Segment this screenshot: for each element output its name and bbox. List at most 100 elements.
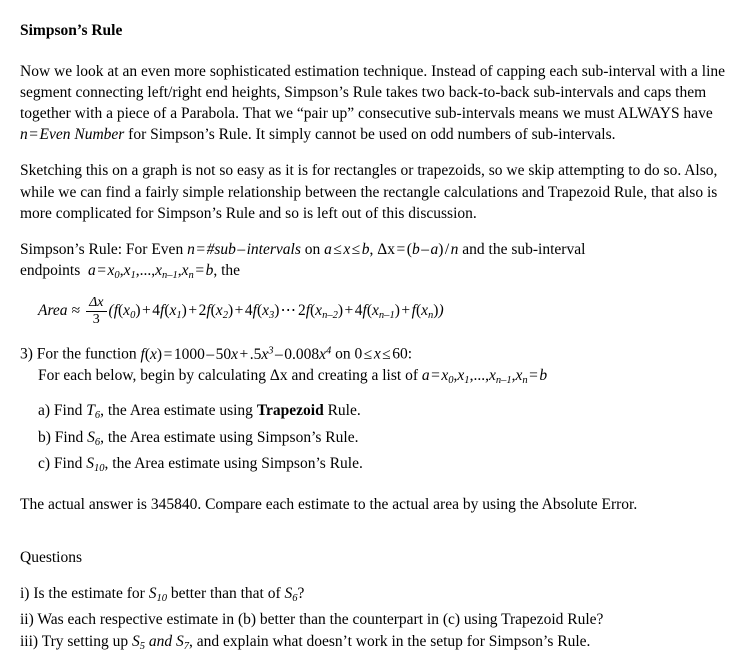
fn-p1: + (239, 345, 249, 363)
question-symbol-2: S6 (284, 585, 297, 604)
def-ep-a: a (88, 262, 96, 280)
problem-statement: 3) For the function f(x)=1000–50x+.5x3–0… (20, 340, 736, 391)
problem-function-expression: f(x)=1000–50x+.5x3–0.008x4 (141, 345, 332, 363)
problem-delta-x: Δx (269, 367, 288, 385)
page-title: Simpson’s Rule (20, 22, 123, 39)
formula-term-subscript: n–2 (322, 310, 338, 322)
def-endpoints-word: endpoints (20, 262, 81, 280)
question-item: iii) Try setting up S5 and S7, and expla… (20, 631, 736, 657)
task-find-word: Find (53, 402, 87, 420)
fn-x: x (150, 345, 157, 363)
task-item: c) Find S10, the Area estimate using Sim… (20, 453, 736, 479)
formula-term-coefficient: 4 (244, 302, 253, 320)
fn-m1: – (206, 345, 215, 363)
formula-term-paren-close: ) (135, 302, 141, 320)
problem-sub-lead: For each below, begin by calculating (38, 367, 270, 385)
problem-endpoint-list: a=x0,x1,...,xn–1,xn=b (421, 367, 548, 386)
formula-term-subscript: n–1 (378, 310, 395, 322)
problem-lead: For the function (36, 345, 141, 363)
task-label: b) (38, 428, 55, 446)
question-pre-text: Is the estimate for (29, 584, 149, 602)
formula-term: 4f(xn–1)+ (354, 302, 412, 322)
problem-number: 3) (20, 345, 33, 363)
task-mid-text: the Area estimate using (108, 455, 262, 473)
intro-math-eq: = (29, 126, 38, 144)
definition-delta-x: Δx=(b–a)/n (377, 241, 458, 258)
task-label: a) (38, 402, 54, 420)
pl-eq: = (431, 367, 440, 385)
task-tail-text: Rule. (325, 455, 363, 473)
formula-term-argument: x (215, 302, 223, 320)
question-item: ii) Was each respective estimate in (b) … (20, 609, 736, 631)
formula-operator: + (188, 302, 198, 320)
pl-a: a (421, 367, 430, 385)
simpsons-rule-formula: Area ≈ Δx 3 ( f(x0)+4f(x1)+2f(x2)+4f(x3)… (20, 291, 736, 331)
task-symbol-letter: T (86, 402, 95, 420)
task-rule-name: Simpson’s (261, 455, 326, 473)
question-symbol-1-letter: S (131, 632, 140, 650)
task-symbol: T6 (86, 402, 100, 421)
fn-e3: 4 (326, 345, 332, 357)
definition-lead: Simpson’s Rule: For Even (20, 241, 188, 259)
def-slash: / (444, 241, 450, 259)
def-b: b (361, 241, 370, 259)
task-item: b) Find S6, the Area estimate using Simp… (20, 427, 736, 453)
def-intervals: intervals (246, 241, 301, 259)
formula-fraction-numerator: Δx (89, 294, 104, 310)
def-ep-eq: = (97, 262, 107, 280)
formula-term: 4f(x1)+ (152, 302, 198, 321)
pl-xn1: x (488, 367, 496, 385)
paragraph-sketching: Sketching this on a graph is not so easy… (20, 162, 718, 222)
def-hash-sub: #sub (206, 241, 236, 259)
def-ep-eq2: = (195, 262, 205, 280)
problem-on-word: on (335, 345, 351, 363)
formula-operator: + (344, 302, 354, 320)
problem-domain: 0≤x≤60: (355, 346, 412, 363)
problem-sub-mid: and creating a list of (287, 367, 422, 385)
task-item: a) Find T6, the Area estimate using Trap… (20, 400, 736, 426)
task-label: c) (38, 455, 54, 473)
task-mid-text: the Area estimate using (104, 428, 257, 446)
pl-xn1-sub: n–1 (495, 374, 512, 386)
question-symbol-1-subscript: 10 (156, 592, 167, 604)
task-rule-name: Simpson’s (256, 428, 322, 446)
document-page: Simpson’s Rule Now we look at an even mo… (0, 0, 756, 657)
task-symbol: S10 (86, 455, 104, 474)
paragraph-intro: Now we look at an even more sophisticate… (20, 61, 736, 146)
formula-term: 2f(x2)+ (199, 302, 245, 321)
def-ep-xn: x (181, 262, 189, 280)
task-rule-name: Trapezoid (256, 402, 324, 420)
formula-fraction-delta-x-over-3: Δx 3 (86, 294, 107, 327)
task-list: a) Find T6, the Area estimate using Trap… (20, 400, 736, 479)
formula-terms-sequence: f(x0)+4f(x1)+2f(x2)+4f(x3)⋯2f(xn–2)+4f(x… (114, 301, 439, 321)
formula-fraction-denominator: 3 (92, 311, 100, 327)
intro-inline-math: n=Even Number (20, 126, 124, 143)
dom-le2: ≤ (382, 345, 391, 363)
def-comma1: , (369, 241, 374, 259)
fn-v3: x (319, 345, 327, 363)
questions-heading: Questions (20, 548, 82, 566)
task-symbol: S6 (87, 429, 100, 448)
formula-term-coefficient: 4 (354, 302, 363, 320)
formula-term: 4f(x3)⋯ (244, 302, 298, 321)
dom-le1: ≤ (363, 345, 373, 363)
fn-m2: – (275, 345, 283, 363)
def-n: n (187, 241, 195, 259)
question-symbol-1: S5 (131, 632, 145, 652)
formula-area-label: Area (38, 302, 68, 320)
formula-approx-sign: ≈ (71, 302, 81, 320)
fn-c3: 0.008 (284, 345, 320, 363)
fn-c0: 1000 (173, 345, 205, 363)
pl-b: b (539, 367, 548, 385)
def-le2: ≤ (351, 241, 361, 259)
task-find-word: Find (54, 428, 88, 446)
def-ep-dots: ,..., (135, 262, 156, 280)
intro-math-even-number: Even Number (39, 126, 125, 144)
dom-hi: 60 (392, 345, 408, 363)
def-delta-minus: – (421, 241, 429, 259)
def-ep-tail: , the (213, 262, 240, 280)
question-pre-text: Try setting up (38, 632, 132, 650)
question-item: i) Is the estimate for S10 better than t… (20, 583, 736, 609)
task-tail-text: Rule. (321, 428, 359, 446)
dom-colon: : (407, 345, 413, 363)
